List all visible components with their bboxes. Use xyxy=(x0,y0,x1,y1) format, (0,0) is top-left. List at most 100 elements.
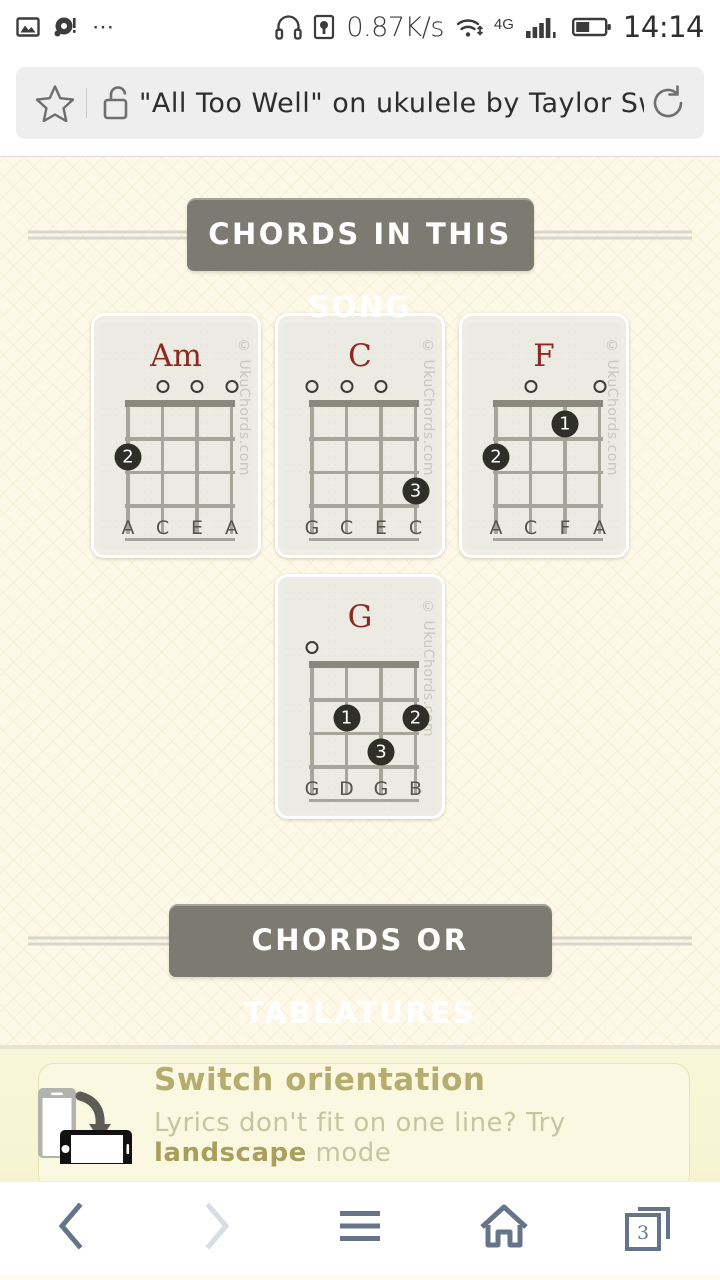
string-line xyxy=(344,407,349,534)
network-speed: 0.87K/s xyxy=(346,11,444,43)
back-button[interactable] xyxy=(12,1182,132,1276)
banner-chords-or-tablatures[interactable]: CHORDS OR TABLATURES xyxy=(168,904,552,1030)
status-bar: ⋯ 0.87K/s 4G 14:14 xyxy=(0,0,720,54)
back-arrow-icon xyxy=(52,1201,92,1256)
string-line xyxy=(379,407,383,534)
open-string-marker xyxy=(593,380,606,393)
string-line xyxy=(597,407,602,534)
chord-name: F xyxy=(533,338,555,374)
finger-marker: 2 xyxy=(402,704,429,732)
open-string-marker xyxy=(190,380,204,393)
string-label: A xyxy=(489,517,503,539)
fret-line xyxy=(309,470,419,474)
device-icon xyxy=(313,14,335,40)
chord-card-G[interactable]: G © UkuChords.com 1 2 3 G D G B xyxy=(275,574,445,819)
string-labels: GCEC xyxy=(305,517,423,539)
banner-chords-in-this-song[interactable]: CHORDS IN THIS SONG xyxy=(186,198,534,324)
signal-bars-icon xyxy=(525,14,561,40)
tabs-button[interactable]: 3 xyxy=(588,1182,708,1276)
bottom-navigation-bar: 3 xyxy=(0,1181,720,1275)
fret-line xyxy=(309,437,419,441)
string-label: C xyxy=(523,517,538,539)
chord-row-1: Am © UkuChords.com 2 A C E A C © UkuChords.com 3 G… xyxy=(0,313,720,558)
string-line xyxy=(160,407,165,534)
string-label: G xyxy=(304,778,320,800)
open-string-marker xyxy=(374,380,388,393)
string-label: G xyxy=(304,517,320,539)
orientation-subtitle-after: mode xyxy=(306,1138,392,1168)
string-labels: ACEA xyxy=(121,517,239,539)
string-line xyxy=(528,407,533,534)
fret-line xyxy=(125,437,235,441)
string-line xyxy=(413,407,418,534)
string-line xyxy=(229,407,234,534)
page-content: CHORDS IN THIS SONG Am © UkuChords.com 2 A C… xyxy=(0,157,720,1045)
forward-arrow-icon xyxy=(196,1201,236,1256)
open-string-row xyxy=(125,378,238,400)
orientation-banner[interactable]: Switch orientation Lyrics don't fit on o… xyxy=(0,1049,720,1181)
finger-marker: 1 xyxy=(551,410,579,438)
chord-row-2: G © UkuChords.com 1 2 3 G D G B xyxy=(0,574,720,819)
string-label: C xyxy=(408,517,423,539)
status-bar-right: 0.87K/s 4G 14:14 xyxy=(275,10,705,44)
fret-grid: 12 xyxy=(482,400,603,541)
open-string-marker xyxy=(225,380,238,393)
orientation-content: Switch orientation Lyrics don't fit on o… xyxy=(22,1062,698,1168)
watermark: © UkuChords.com xyxy=(604,338,620,477)
orientation-texts: Switch orientation Lyrics don't fit on o… xyxy=(154,1062,698,1168)
star-icon[interactable] xyxy=(32,84,78,122)
section-header-chords-or-tablatures: CHORDS OR TABLATURES xyxy=(0,902,720,1030)
wifi-icon xyxy=(455,15,485,40)
network-type: 4G xyxy=(493,16,514,33)
open-string-marker xyxy=(305,641,319,654)
chord-card-Am[interactable]: Am © UkuChords.com 2 A C E A xyxy=(91,313,261,558)
reload-icon[interactable] xyxy=(644,84,688,122)
string-label: G xyxy=(373,778,389,800)
home-button[interactable] xyxy=(444,1182,564,1276)
toolbar-divider xyxy=(86,88,87,118)
string-label: A xyxy=(121,517,135,539)
open-string-marker xyxy=(156,380,169,393)
fret-line xyxy=(493,470,603,474)
open-string-marker xyxy=(340,380,353,393)
address-bar[interactable]: "All Too Well" on ukulele by Taylor Sw xyxy=(16,67,704,139)
unlocked-padlock-icon[interactable] xyxy=(101,84,133,122)
fret-grid: 2 xyxy=(114,400,235,541)
menu-button[interactable] xyxy=(300,1182,420,1276)
tabs-icon: 3 xyxy=(620,1201,676,1257)
chord-name: Am xyxy=(150,338,202,374)
rotate-device-icon xyxy=(34,1072,132,1168)
chord-name: G xyxy=(347,599,373,635)
string-label: A xyxy=(593,517,606,539)
fret-line xyxy=(493,504,603,508)
open-string-row xyxy=(305,639,419,661)
chord-card-C[interactable]: C © UkuChords.com 3 G C E C xyxy=(275,313,445,558)
tab-count: 3 xyxy=(637,1221,650,1244)
open-string-marker xyxy=(524,380,537,393)
fret-line xyxy=(309,698,419,702)
forward-button[interactable] xyxy=(156,1182,276,1276)
browser-toolbar: "All Too Well" on ukulele by Taylor Sw xyxy=(0,54,720,157)
fret-grid: 1 23 xyxy=(309,661,429,802)
chord-card-F[interactable]: F © UkuChords.com 1 2 A C F A xyxy=(459,313,629,558)
clock: 14:14 xyxy=(622,10,705,44)
string-line xyxy=(310,407,314,534)
url-text[interactable]: "All Too Well" on ukulele by Taylor Sw xyxy=(139,88,644,119)
home-icon xyxy=(478,1201,530,1256)
battery-icon xyxy=(571,15,612,39)
open-string-row xyxy=(305,378,419,400)
string-label: B xyxy=(408,778,423,800)
fret-line xyxy=(309,504,419,508)
string-label: E xyxy=(190,517,204,539)
notification-alert-icon xyxy=(53,15,79,39)
string-line xyxy=(195,407,199,534)
status-bar-left: ⋯ xyxy=(16,15,116,39)
string-label: C xyxy=(339,517,354,539)
hamburger-menu-icon xyxy=(337,1206,383,1251)
fret-line xyxy=(309,731,419,735)
string-label: E xyxy=(374,517,388,539)
fret-line xyxy=(309,765,419,769)
watermark: © UkuChords.com xyxy=(420,338,436,477)
string-label: F xyxy=(559,517,571,539)
orientation-subtitle-before: Lyrics don't fit on one line? Try xyxy=(154,1108,566,1138)
